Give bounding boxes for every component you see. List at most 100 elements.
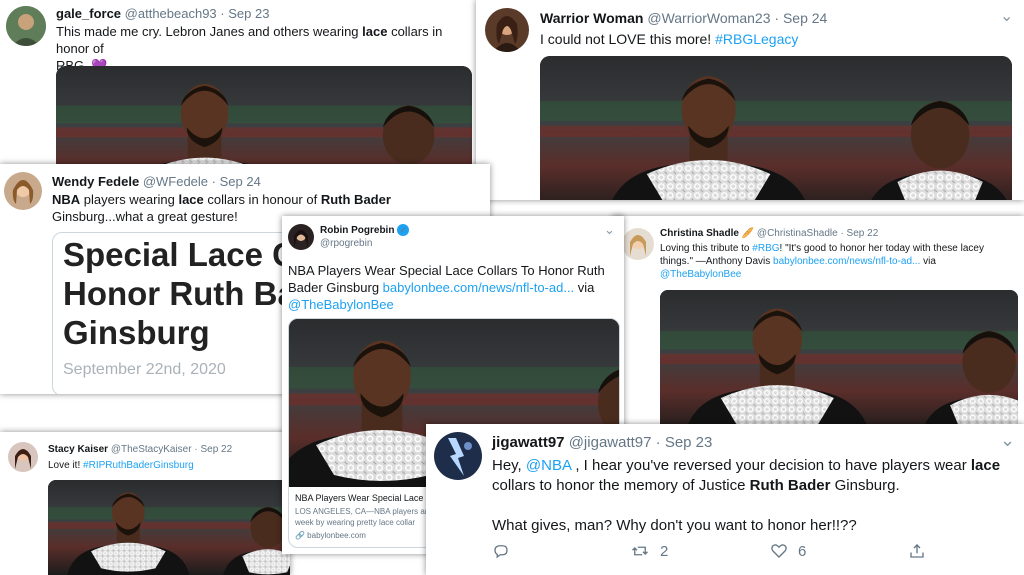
author-handle[interactable]: @ChristinaShadle [757, 228, 838, 239]
author-name[interactable]: Robin Pogrebin [320, 225, 394, 236]
retweet-icon [632, 546, 648, 556]
headline-line: Ginsburg [63, 314, 210, 351]
tweet-photo[interactable] [660, 290, 1018, 434]
tweet-header: Warrior Woman @WarriorWoman23 · Sep 24 [540, 10, 827, 26]
tweet-text-part: collars in honour of [203, 192, 321, 207]
tweet-text-bold: Ruth Bader [320, 192, 391, 207]
tweet-text-bold: lace [178, 192, 204, 207]
tweet-card-christina-shadle: Christina Shadle 🥖 @ChristinaShadle · Se… [612, 216, 1024, 434]
tweet-header: jigawatt97 @jigawatt97 · Sep 23 [492, 434, 712, 451]
tweet-text: I could not LOVE this more! #RBGLegacy [540, 30, 798, 48]
author-handle[interactable]: @TheStacyKaiser [111, 444, 192, 455]
headline-line: Honor Ruth Ba [63, 275, 296, 312]
tweet-text-part: via [574, 280, 595, 295]
tweet-card-gale-force: gale_force @atthebeach93 · Sep 23 This m… [0, 0, 488, 172]
tweet-text-part: , I hear you've reversed your decision t… [571, 457, 971, 474]
like-button[interactable]: 6 [770, 542, 806, 560]
tweet-card-warrior-woman: Warrior Woman @WarriorWoman23 · Sep 24 ⌄… [476, 0, 1024, 200]
share-button[interactable] [908, 542, 926, 560]
tweet-text-part: ! "It's good to honor her today with the… [779, 243, 984, 254]
tweet-date[interactable]: · Sep 22 [840, 228, 878, 239]
tweet-text-bold: NBA [52, 192, 81, 207]
hashtag-link[interactable]: #RBGLegacy [715, 31, 798, 47]
tweet-text: Love it! #RIPRuthBaderGinsburg [48, 459, 194, 472]
tweet-text: Hey, @NBA , I hear you've reversed your … [492, 456, 1022, 536]
reply-button[interactable] [492, 542, 510, 560]
description-line: week by wearing pretty lace collar [295, 518, 416, 527]
author-name[interactable]: Stacy Kaiser [48, 444, 108, 455]
author-name[interactable]: Christina Shadle [660, 228, 739, 239]
tweet-text-bold: lace [362, 24, 388, 39]
headline-line: Special Lace C [63, 236, 296, 273]
tweet-date[interactable]: · Sep 22 [194, 444, 232, 455]
tweet-header: Christina Shadle 🥖 @ChristinaShadle · Se… [660, 228, 878, 239]
verified-badge-icon: ✓ [397, 224, 410, 237]
article-link[interactable]: babylonbee.com/news/nfl-to-ad... [773, 256, 920, 267]
tweet-date[interactable]: · Sep 23 [656, 434, 713, 451]
tweet-header: Robin Pogrebin ✓ @rpogrebin [320, 224, 410, 250]
author-name[interactable]: Wendy Fedele [52, 174, 139, 189]
mention-link[interactable]: @NBA [526, 457, 571, 474]
tweet-text-part: What gives, man? Why don't you want to h… [492, 517, 857, 534]
tweet-text: Loving this tribute to #RBG! "It's good … [660, 242, 1020, 281]
tweet-text-part: This made me cry. Lebron Janes and other… [56, 24, 363, 39]
share-icon [910, 544, 924, 558]
tweet-date[interactable]: · Sep 24 [212, 174, 261, 189]
tweet-text-part: Hey, [492, 457, 526, 474]
tweet-header: gale_force @atthebeach93 · Sep 23 [56, 6, 269, 21]
avatar-gale-force[interactable] [6, 6, 46, 46]
link-card-domain: 🔗 babylonbee.com [295, 531, 366, 540]
retweet-button[interactable]: 2 [630, 542, 668, 560]
tweet-header: Stacy Kaiser @TheStacyKaiser · Sep 22 [48, 444, 232, 455]
avatar-warrior-woman[interactable] [485, 8, 529, 52]
tweet-photo[interactable] [540, 56, 1012, 200]
avatar-stacy-kaiser[interactable] [8, 442, 38, 472]
article-date: September 22nd, 2020 [63, 361, 226, 378]
like-count: 6 [798, 542, 807, 560]
tweet-header: Wendy Fedele @WFedele · Sep 24 [52, 174, 261, 189]
chevron-down-icon[interactable]: ⌄ [1000, 430, 1015, 451]
baguette-icon: 🥖 [741, 228, 755, 239]
tweet-text-part: collars to honor the memory of Justice [492, 477, 750, 494]
chevron-down-icon[interactable]: ⌄ [604, 222, 615, 238]
tweet-card-jigawatt97: jigawatt97 @jigawatt97 · Sep 23 ⌄ Hey, @… [426, 424, 1024, 575]
reply-icon [494, 545, 508, 559]
avatar-robin-pogrebin[interactable] [288, 224, 314, 250]
author-name[interactable]: jigawatt97 [492, 434, 565, 451]
author-name[interactable]: Warrior Woman [540, 10, 643, 26]
retweet-count: 2 [660, 542, 669, 560]
avatar-wendy-fedele[interactable] [4, 172, 42, 210]
mention-link[interactable]: @TheBabylonBee [288, 297, 394, 312]
heart-icon [771, 544, 787, 558]
author-name[interactable]: gale_force [56, 6, 121, 21]
hashtag-link[interactable]: #RBG [752, 243, 779, 254]
chevron-down-icon[interactable]: ⌄ [1000, 6, 1013, 26]
link-card-description: LOS ANGELES, CA—NBA players ar week by w… [295, 506, 428, 528]
tweet-text-part: I could not LOVE this more! [540, 31, 716, 47]
tweet-text: NBA Players Wear Special Lace Collars To… [288, 262, 616, 313]
tweet-text-part: Love it! [48, 460, 84, 471]
author-handle[interactable]: @WarriorWoman23 [647, 10, 770, 26]
tweet-text-part: via [920, 256, 936, 267]
mention-link[interactable]: @TheBabylonBee [660, 269, 741, 280]
tweet-photo[interactable] [48, 480, 290, 575]
author-handle[interactable]: @WFedele [143, 174, 208, 189]
author-handle[interactable]: @atthebeach93 [125, 6, 217, 21]
tweet-date[interactable]: · Sep 24 [774, 10, 827, 26]
author-handle[interactable]: @rpogrebin [320, 238, 372, 249]
author-handle[interactable]: @jigawatt97 [569, 434, 652, 451]
tweet-text-part: Ginsburg...what a great gesture! [52, 208, 238, 224]
tweet-text-part: players wearing [80, 192, 179, 207]
tweet-text-bold: Ruth Bader [749, 477, 831, 494]
article-link[interactable]: babylonbee.com/news/nfl-to-ad... [383, 280, 575, 295]
hashtag-link[interactable]: #RIPRuthBaderGinsburg [83, 460, 194, 471]
avatar-christina-shadle[interactable] [622, 228, 654, 260]
tweet-text-bold: lace [970, 457, 1001, 474]
tweet-text-part: Loving this tribute to [660, 243, 753, 254]
tweet-text-part: things." —Anthony Davis [660, 256, 774, 267]
tweet-date[interactable]: · Sep 23 [220, 6, 269, 21]
avatar-jigawatt97[interactable] [434, 432, 482, 480]
link-card-title: NBA Players Wear Special Lace Col [295, 493, 440, 503]
tweet-photo[interactable] [56, 66, 472, 172]
tweet-card-stacy-kaiser: Stacy Kaiser @TheStacyKaiser · Sep 22 Lo… [0, 432, 290, 575]
